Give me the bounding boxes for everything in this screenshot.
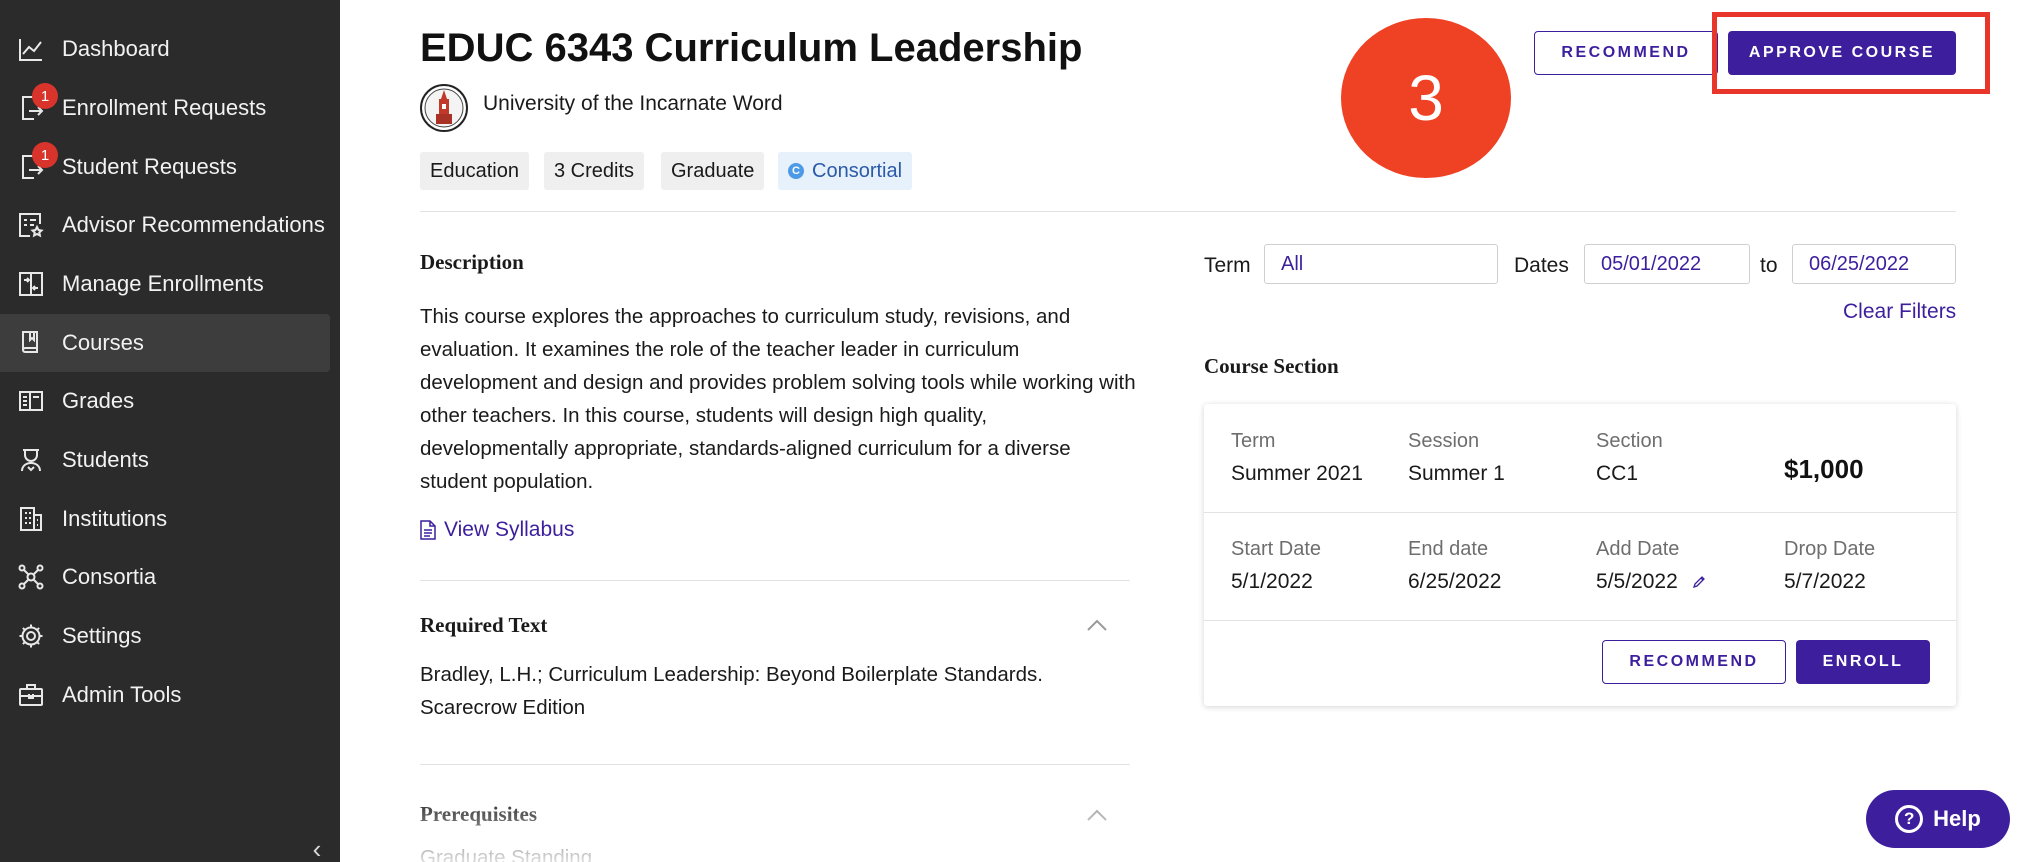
pencil-edit-icon[interactable] <box>1692 575 1706 589</box>
sidebar-item-label: Students <box>62 447 149 472</box>
session-label: Session <box>1408 430 1480 452</box>
help-button[interactable]: ? Help <box>1866 790 2010 848</box>
sidebar-item-label: Grades <box>62 388 135 413</box>
session-value: Summer 1 <box>1408 462 1505 485</box>
notification-badge: 1 <box>32 142 58 168</box>
enroll-button[interactable]: ENROLL <box>1796 640 1930 684</box>
sidebar-item-enrollment-requests[interactable]: 1 Enrollment Requests <box>0 79 330 137</box>
end-date-value: 6/25/2022 <box>1408 570 1502 593</box>
sidebar: Dashboard 1 Enrollment Requests 1 Studen… <box>0 0 340 862</box>
chevron-up-icon[interactable] <box>1086 808 1108 822</box>
chart-line-icon <box>18 36 44 62</box>
sidebar-item-advisor-recommendations[interactable]: Advisor Recommendations <box>0 196 330 254</box>
divider <box>420 580 1130 581</box>
list-star-icon <box>18 212 44 238</box>
term-label: Term <box>1231 430 1276 452</box>
term-value: Summer 2021 <box>1231 462 1363 485</box>
document-icon <box>420 520 436 540</box>
sidebar-item-students[interactable]: Students <box>0 431 330 489</box>
sidebar-item-label: Student Requests <box>62 154 237 179</box>
toolbox-icon <box>18 682 44 708</box>
sidebar-item-label: Advisor Recommendations <box>62 212 325 237</box>
notification-badge: 1 <box>32 83 58 109</box>
institution-logo <box>420 84 468 132</box>
sidebar-item-label: Admin Tools <box>62 682 182 707</box>
required-text-body: Bradley, L.H.; Curriculum Leadership: Be… <box>420 663 1043 719</box>
section-recommend-button[interactable]: RECOMMEND <box>1602 640 1786 684</box>
tag-consortial-label: Consortial <box>812 159 903 182</box>
sidebar-item-settings[interactable]: Settings <box>0 607 330 665</box>
start-date-value: 5/1/2022 <box>1231 570 1313 593</box>
course-section-heading: Course Section <box>1204 354 1339 378</box>
question-icon: ? <box>1895 805 1924 833</box>
sidebar-item-label: Enrollment Requests <box>62 95 267 120</box>
network-icon <box>18 564 44 590</box>
scroll-fade <box>340 792 2022 862</box>
student-icon <box>18 447 44 473</box>
sidebar-item-consortia[interactable]: Consortia <box>0 548 330 606</box>
chevron-up-icon[interactable] <box>1086 618 1108 632</box>
view-syllabus-label: View Syllabus <box>444 518 575 541</box>
sidebar-item-courses[interactable]: Courses <box>0 314 330 372</box>
course-section-card: Term Summer 2021 Session Summer 1 Sectio… <box>1204 404 1956 706</box>
to-label: to <box>1760 254 1778 277</box>
section-label: Section <box>1596 430 1663 452</box>
highlight-annotation <box>1712 12 1990 94</box>
sidebar-item-dashboard[interactable]: Dashboard <box>0 20 330 78</box>
tag-consortial: C Consortial <box>778 152 913 190</box>
sidebar-item-grades[interactable]: Grades <box>0 372 330 430</box>
date-from-input[interactable]: 05/01/2022 <box>1584 244 1750 284</box>
date-to-input[interactable]: 06/25/2022 <box>1792 244 1956 284</box>
divider <box>1204 512 1956 513</box>
price: $1,000 <box>1784 454 1864 484</box>
divider <box>1204 620 1956 621</box>
dates-filter-label: Dates <box>1514 254 1569 277</box>
prerequisites-heading: Prerequisites <box>420 802 538 826</box>
collapse-sidebar-button[interactable]: ‹ <box>302 834 332 862</box>
step-indicator: 3 <box>1341 18 1511 178</box>
sidebar-item-institutions[interactable]: Institutions <box>0 490 330 548</box>
book-icon <box>18 330 44 356</box>
consortial-icon: C <box>788 163 804 179</box>
clear-filters-link[interactable]: Clear Filters <box>1843 300 1956 324</box>
section-value: CC1 <box>1596 462 1639 485</box>
file-swap-icon <box>18 271 44 297</box>
add-date-field: 5/5/2022 <box>1596 570 1706 594</box>
sidebar-item-label: Courses <box>62 330 144 355</box>
prerequisites-body: Graduate Standing <box>420 846 593 862</box>
sidebar-item-label: Consortia <box>62 564 157 589</box>
sidebar-item-admin-tools[interactable]: Admin Tools <box>0 666 330 724</box>
divider <box>420 211 1956 212</box>
recommend-button[interactable]: RECOMMEND <box>1534 31 1718 75</box>
sidebar-item-label: Institutions <box>62 506 168 531</box>
description-heading: Description <box>420 250 524 274</box>
gradebook-icon <box>18 388 44 414</box>
tag-level: Graduate <box>661 152 765 190</box>
drop-date-value: 5/7/2022 <box>1784 570 1866 593</box>
building-icon <box>18 506 44 532</box>
add-date-label: Add Date <box>1596 538 1680 560</box>
tag-credits: 3 Credits <box>544 152 645 190</box>
start-date-label: Start Date <box>1231 538 1322 560</box>
description-text: This course explores the approaches to c… <box>420 305 1136 493</box>
page-title: EDUC 6343 Curriculum Leadership <box>420 26 1083 70</box>
sidebar-item-label: Manage Enrollments <box>62 271 264 296</box>
sidebar-item-student-requests[interactable]: 1 Student Requests <box>0 138 330 196</box>
tag-subject: Education <box>420 152 529 190</box>
sidebar-item-manage-enrollments[interactable]: Manage Enrollments <box>0 255 330 313</box>
term-filter-label: Term <box>1204 254 1251 277</box>
help-label: Help <box>1933 806 1981 831</box>
sidebar-item-label: Settings <box>62 623 142 648</box>
required-text-heading: Required Text <box>420 613 548 637</box>
sidebar-item-label: Dashboard <box>62 36 170 61</box>
add-date-value: 5/5/2022 <box>1596 570 1678 593</box>
term-filter-input[interactable]: All <box>1264 244 1498 284</box>
view-syllabus-link[interactable]: View Syllabus <box>420 518 574 542</box>
gear-icon <box>18 623 44 649</box>
divider <box>420 764 1130 765</box>
institution-name: University of the Incarnate Word <box>483 92 783 115</box>
end-date-label: End date <box>1408 538 1489 560</box>
drop-date-label: Drop Date <box>1784 538 1876 560</box>
